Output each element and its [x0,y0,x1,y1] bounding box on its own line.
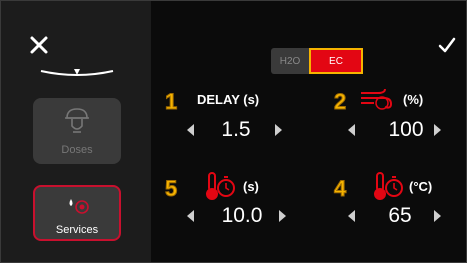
thermometer-timer-icon [206,172,235,200]
param-5-increase-arrow[interactable] [279,210,286,222]
param-5-decrease-arrow[interactable] [187,210,194,222]
services-label: Services [55,224,99,236]
param-2-number: 2 [333,89,347,115]
param-2-unit: (%) [403,92,424,107]
services-button[interactable]: Services [33,185,121,241]
delay-label: DELAY (s) [197,92,260,107]
param-5-value: 10.0 [221,204,263,227]
param-4-number: 4 [333,176,347,202]
h2o-toggle[interactable]: H2O [271,48,309,74]
param-1-value: 1.5 [221,118,251,141]
param-1-increase-arrow[interactable] [275,124,282,136]
param-1-decrease-arrow[interactable] [187,124,194,136]
main-panel: H2O EC 1 DELAY (s) 1.5 2 (%) 100 5 (s) 1… [151,1,466,262]
param-4-increase-arrow[interactable] [434,210,441,222]
param-2-increase-arrow[interactable] [434,124,441,136]
close-icon[interactable] [29,35,49,55]
dose-dispenser-icon [65,108,89,133]
services-icon [69,199,89,214]
param-2-decrease-arrow[interactable] [348,124,355,136]
doses-button[interactable]: Doses [33,98,121,164]
param-4-decrease-arrow[interactable] [348,210,355,222]
param-1-number: 1 [164,89,178,115]
thermometer-timer-icon [374,172,403,200]
param-5-unit: (s) [243,179,259,194]
ec-toggle[interactable]: EC [309,48,363,74]
param-4-unit: (°C) [409,179,433,194]
fan-icon [361,88,393,110]
confirm-check-icon[interactable] [438,37,456,53]
sidebar: Doses Services [1,1,151,262]
param-4-value: 65 [388,204,412,227]
screen: Doses Services H2O EC 1 DELAY (s) 1.5 2 [0,0,467,263]
doses-label: Doses [61,144,93,156]
param-5-number: 5 [164,176,178,202]
param-2-value: 100 [388,118,424,141]
hanger-icon [40,69,114,77]
